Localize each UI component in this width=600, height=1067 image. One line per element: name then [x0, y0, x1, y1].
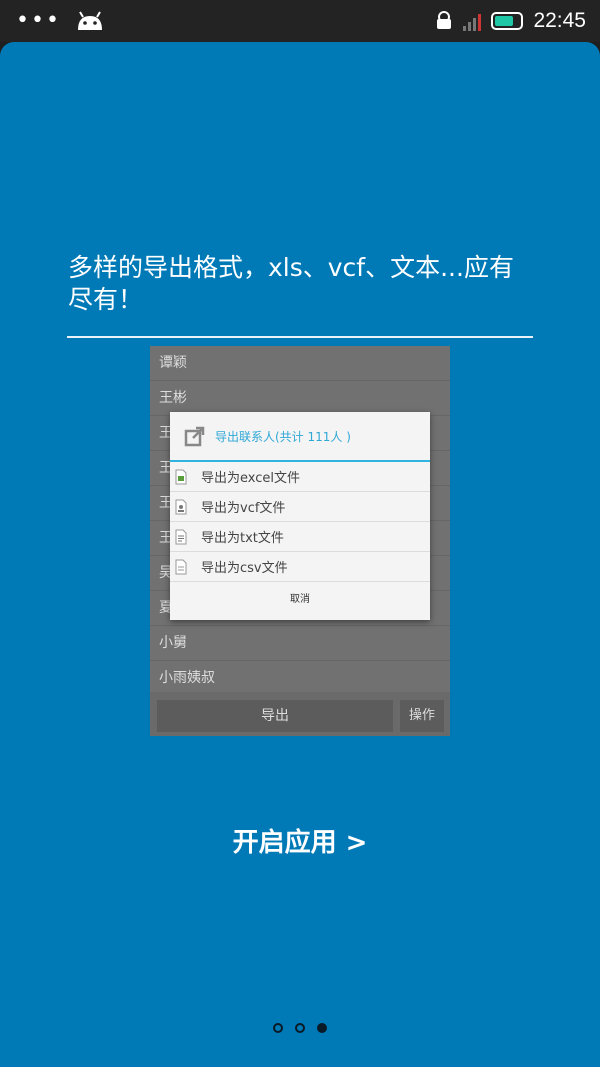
option-label: 导出为csv文件 — [201, 561, 288, 576]
page-indicator — [273, 1023, 327, 1033]
option-label: 导出为vcf文件 — [201, 501, 286, 516]
preview-export-button: 导出 — [157, 700, 393, 732]
app-preview-screenshot: 谭颖 王彬 王 王 王 王 吴 夏 小舅 小雨姨叔 导出 操作 导出联系人(共计… — [150, 346, 450, 736]
dialog-title: 导出联系人(共计 111人 ) — [215, 429, 351, 444]
dialog-header: 导出联系人(共计 111人 ) — [170, 412, 430, 462]
option-label: 导出为txt文件 — [201, 531, 284, 546]
intro-screen: 多样的导出格式，xls、vcf、文本...应有尽有！ 谭颖 王彬 王 王 王 王… — [0, 42, 600, 1067]
battery-icon — [491, 12, 524, 30]
txt-file-icon — [175, 529, 187, 544]
clock: 22:45 — [533, 9, 586, 32]
headline-text: 多样的导出格式，xls、vcf、文本...应有尽有！ — [68, 253, 514, 314]
vcf-file-icon — [175, 499, 187, 514]
contact-row: 小舅 — [150, 626, 450, 661]
export-option-csv: 导出为csv文件 — [170, 552, 430, 582]
page-dot-active[interactable] — [317, 1023, 327, 1033]
dialog-cancel-button: 取消 — [290, 594, 310, 605]
export-option-excel: 导出为excel文件 — [170, 462, 430, 492]
option-label: 导出为excel文件 — [201, 471, 300, 486]
more-notifications-icon: ••• — [16, 8, 61, 33]
csv-file-icon — [175, 559, 187, 574]
preview-operate-button: 操作 — [400, 700, 444, 732]
status-bar: ••• 22:45 — [0, 0, 600, 42]
export-option-vcf: 导出为vcf文件 — [170, 492, 430, 522]
export-dialog: 导出联系人(共计 111人 ) 导出为excel文件 导出为vcf文件 导出为t… — [170, 412, 430, 620]
excel-file-icon — [175, 469, 187, 484]
divider — [67, 336, 533, 338]
page-dot[interactable] — [295, 1023, 305, 1033]
preview-bottom-bar: 导出 操作 — [150, 692, 450, 736]
contact-row: 王彬 — [150, 381, 450, 416]
contact-row: 小雨姨叔 — [150, 661, 450, 696]
start-app-button[interactable]: 开启应用 > — [0, 822, 600, 859]
android-icon — [77, 11, 102, 30]
page-dot[interactable] — [273, 1023, 283, 1033]
export-option-txt: 导出为txt文件 — [170, 522, 430, 552]
wifi-lock-icon — [437, 11, 452, 29]
contact-row: 谭颖 — [150, 346, 450, 381]
signal-strength-icon — [463, 11, 482, 31]
export-icon — [184, 426, 205, 447]
